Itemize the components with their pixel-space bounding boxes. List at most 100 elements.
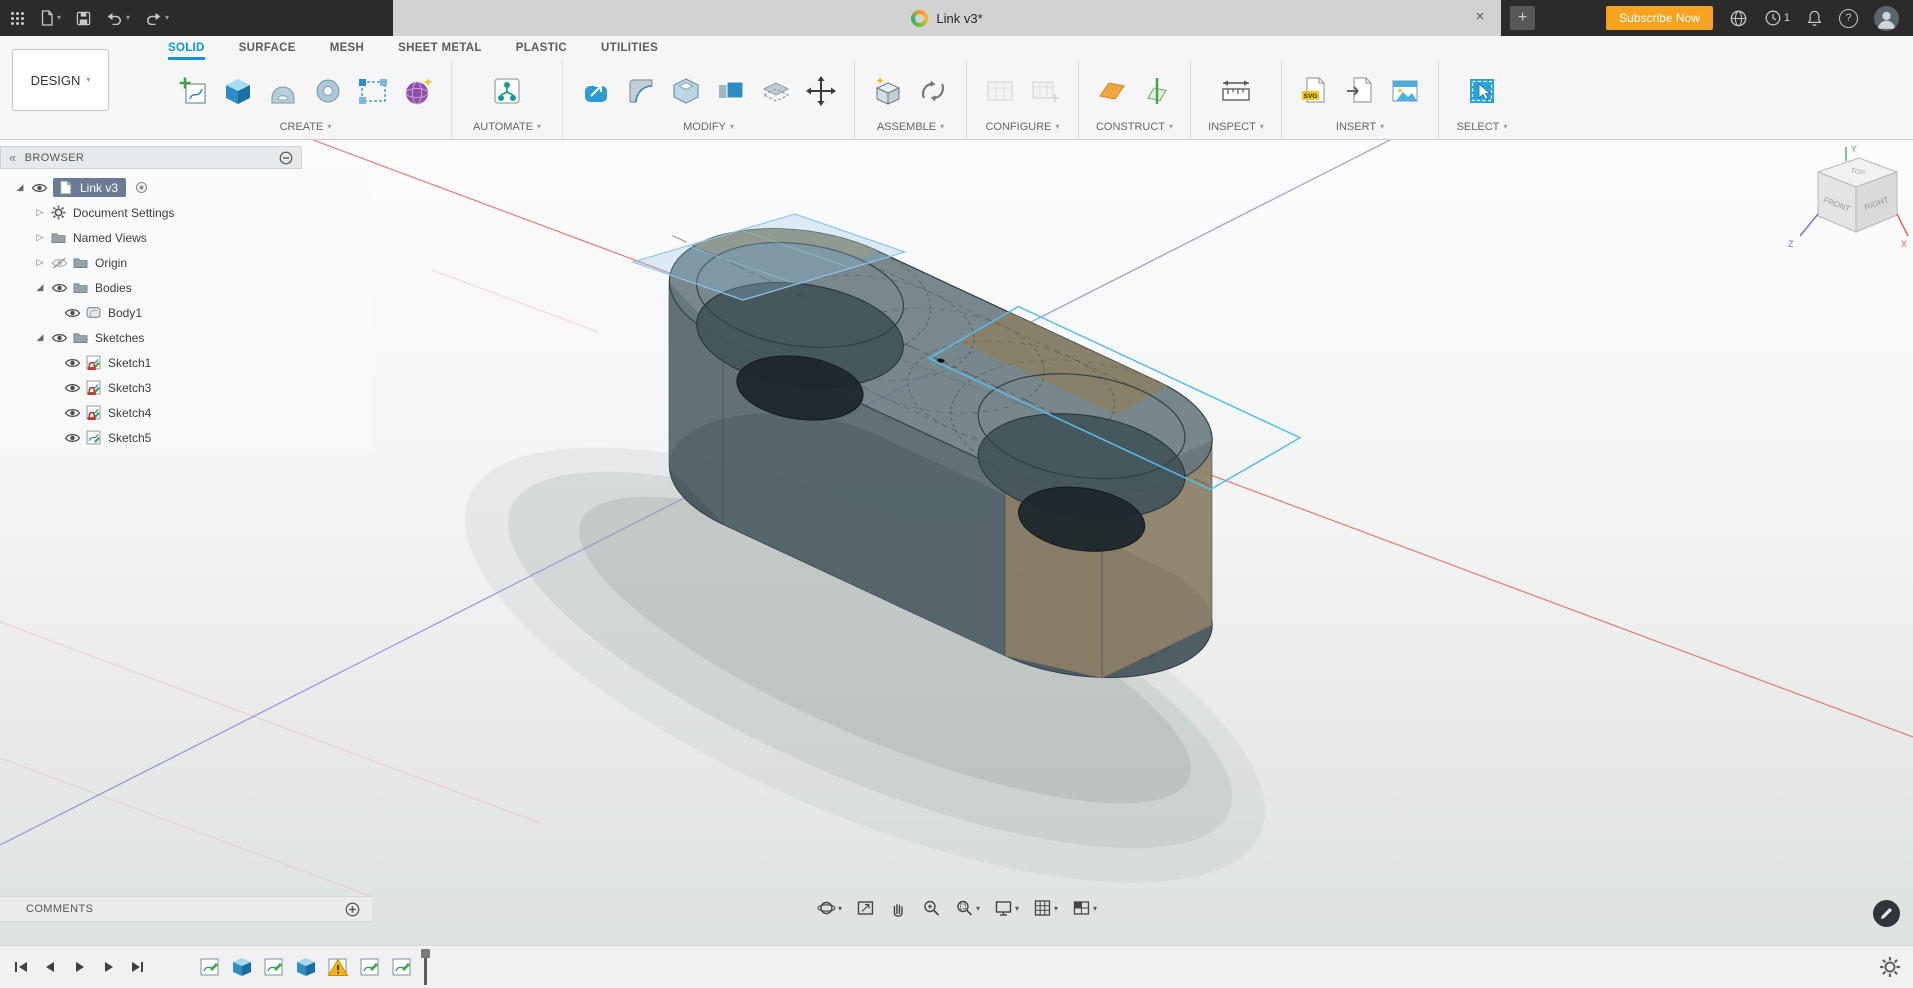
grid-and-snaps-button[interactable]: ▾ (1030, 896, 1060, 920)
visibility-eye-icon[interactable] (51, 332, 68, 344)
zoom-button[interactable] (919, 896, 943, 920)
construct-dropdown[interactable]: CONSTRUCT ▾ (1092, 120, 1177, 139)
expand-arrow-icon[interactable]: ▷ (34, 207, 46, 218)
collapse-panel-icon[interactable]: « (9, 151, 17, 164)
subscribe-now-button[interactable]: Subscribe Now (1606, 6, 1713, 30)
zoom-window-button[interactable]: ▾ (952, 896, 982, 920)
select-button[interactable] (1462, 68, 1502, 114)
workspace-selector[interactable]: DESIGN ▾ (12, 49, 109, 111)
timeline-extrude1-feature[interactable] (230, 955, 254, 979)
tab-mesh[interactable]: MESH (330, 42, 364, 60)
browser-row-sketch1[interactable]: Sketch1 (0, 350, 372, 375)
create-form-button[interactable] (398, 68, 438, 114)
viewports-button[interactable]: ▾ (1069, 896, 1099, 920)
look-at-button[interactable] (853, 896, 877, 920)
tab-plastic[interactable]: PLASTIC (516, 42, 567, 60)
torus-primitive-button[interactable] (308, 68, 348, 114)
visibility-eye-icon[interactable] (64, 382, 81, 394)
offset-face-button[interactable] (756, 68, 796, 114)
orbit-button[interactable]: ▾ (814, 896, 844, 920)
browser-row-bodies[interactable]: ◢ Bodies (0, 275, 372, 300)
browser-row-sketch4[interactable]: Sketch4 (0, 400, 372, 425)
fillet-button[interactable] (621, 68, 661, 114)
minimize-browser-icon[interactable] (279, 151, 293, 165)
insert-svg-button[interactable]: SVG (1295, 68, 1335, 114)
timeline-sketch3-feature[interactable] (262, 955, 286, 979)
expand-arrow-icon[interactable]: ◢ (14, 182, 26, 193)
configuration-table-button[interactable] (980, 68, 1020, 114)
shell-button[interactable] (666, 68, 706, 114)
press-pull-button[interactable] (576, 68, 616, 114)
combine-button[interactable] (711, 68, 751, 114)
viewport-canvas[interactable]: FRONT RIGHT TOP Y X Z « BROWSER ◢ Link v… (0, 140, 1913, 945)
timeline-extrude2-feature[interactable] (294, 955, 318, 979)
user-avatar[interactable] (1874, 5, 1899, 31)
automated-modeling-button[interactable] (487, 68, 527, 114)
document-tab[interactable]: Link v3* × (393, 0, 1501, 36)
step-back-button[interactable] (41, 959, 59, 975)
timeline-scrubber[interactable] (418, 949, 432, 985)
browser-row-document-settings[interactable]: ▷ Document Settings (0, 200, 372, 225)
create-sketch-button[interactable] (173, 68, 213, 114)
visibility-eye-icon[interactable] (64, 407, 81, 419)
insert-mesh-button[interactable] (1340, 68, 1380, 114)
tab-surface[interactable]: SURFACE (239, 42, 296, 60)
redo-button[interactable]: ▾ (145, 11, 169, 25)
expand-arrow-icon[interactable]: ◢ (34, 332, 46, 343)
visibility-eye-icon[interactable] (64, 432, 81, 444)
move-copy-button[interactable] (801, 68, 841, 114)
view-cube[interactable]: FRONT RIGHT TOP Y X Z (1788, 144, 1909, 249)
insert-configuration-button[interactable] (1025, 68, 1065, 114)
joint-button[interactable] (913, 68, 953, 114)
tab-solid[interactable]: SOLID (168, 42, 205, 60)
play-button[interactable] (70, 959, 88, 975)
expand-arrow-icon[interactable]: ▷ (34, 257, 46, 268)
extrude-button[interactable] (263, 68, 303, 114)
visibility-eye-icon[interactable] (64, 357, 81, 369)
display-settings-button[interactable]: ▾ (991, 896, 1021, 920)
notifications-button[interactable] (1806, 9, 1823, 27)
comments-bar[interactable]: COMMENTS (0, 896, 372, 922)
web-home-button[interactable] (1729, 9, 1748, 28)
browser-row-root[interactable]: ◢ Link v3 (0, 175, 372, 200)
annotate-fab-button[interactable] (1873, 900, 1900, 927)
create-dropdown[interactable]: CREATE ▾ (173, 120, 438, 139)
tab-sheet-metal[interactable]: SHEET METAL (398, 42, 482, 60)
insert-canvas-button[interactable] (1385, 68, 1425, 114)
tab-utilities[interactable]: UTILITIES (601, 42, 658, 60)
configure-dropdown[interactable]: CONFIGURE ▾ (980, 120, 1065, 139)
visibility-eye-icon[interactable] (51, 282, 68, 294)
step-forward-button[interactable] (99, 959, 117, 975)
browser-row-sketch5[interactable]: Sketch5 (0, 425, 372, 450)
go-to-end-button[interactable] (128, 959, 146, 975)
selected-root-item[interactable]: Link v3 (53, 178, 127, 197)
browser-row-sketches[interactable]: ◢ Sketches (0, 325, 372, 350)
app-grid-button[interactable] (10, 11, 25, 26)
file-menu-button[interactable]: ▾ (40, 10, 61, 26)
automate-dropdown[interactable]: AUTOMATE ▾ (465, 120, 549, 139)
measure-button[interactable] (1216, 68, 1256, 114)
modify-dropdown[interactable]: MODIFY ▾ (576, 120, 841, 139)
browser-row-named-views[interactable]: ▷ Named Views (0, 225, 372, 250)
visibility-eye-icon[interactable] (64, 307, 81, 319)
select-dropdown[interactable]: SELECT ▾ (1452, 120, 1512, 139)
inspect-dropdown[interactable]: INSPECT ▾ (1204, 120, 1268, 139)
new-tab-button[interactable]: + (1510, 6, 1535, 30)
box-primitive-button[interactable] (218, 68, 258, 114)
visibility-eye-icon[interactable] (31, 182, 48, 194)
rectangular-pattern-button[interactable] (353, 68, 393, 114)
offset-plane-button[interactable] (1092, 68, 1132, 114)
timeline-sketch1-feature[interactable] (198, 955, 222, 979)
visibility-eye-off-icon[interactable] (51, 257, 68, 269)
assemble-dropdown[interactable]: ASSEMBLE ▾ (868, 120, 953, 139)
timeline-sketch4-feature[interactable] (358, 955, 382, 979)
timeline-sketch-warning-feature[interactable] (326, 955, 350, 979)
job-status-button[interactable]: 1 (1764, 9, 1790, 27)
insert-dropdown[interactable]: INSERT ▾ (1295, 120, 1425, 139)
go-to-start-button[interactable] (12, 959, 30, 975)
browser-row-sketch3[interactable]: Sketch3 (0, 375, 372, 400)
activate-component-radio[interactable] (135, 181, 148, 194)
browser-header[interactable]: « BROWSER (0, 146, 302, 169)
browser-row-origin[interactable]: ▷ Origin (0, 250, 372, 275)
help-button[interactable]: ? (1839, 8, 1858, 28)
